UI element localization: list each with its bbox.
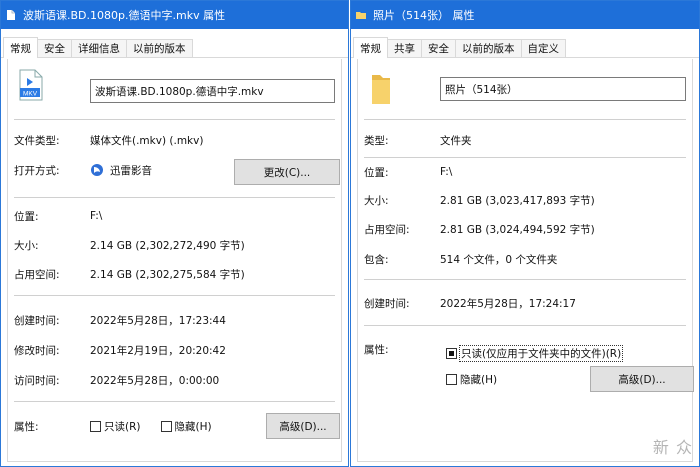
contains-label: 包含:	[364, 253, 389, 266]
created-label: 创建时间:	[364, 297, 410, 310]
checkbox-box[interactable]	[446, 373, 457, 385]
location-value: F:\	[440, 166, 453, 178]
created-value: 2022年5月28日，17:23:44	[90, 314, 226, 327]
open-with-label: 打开方式:	[14, 164, 60, 177]
type-label: 文件类型:	[14, 134, 60, 147]
hidden-checkbox[interactable]: 隐藏(H)	[446, 372, 497, 387]
title-bar[interactable]: 波斯语课.BD.1080p.德语中字.mkv 属性	[1, 1, 348, 29]
title-bar[interactable]: 照片（514张） 属性	[351, 1, 699, 29]
general-panel: MKV 波斯语课.BD.1080p.德语中字.mkv 文件类型: 媒体文件(.m…	[7, 59, 342, 462]
modified-label: 修改时间:	[14, 344, 60, 357]
size-label: 大小:	[14, 239, 39, 252]
created-label: 创建时间:	[14, 314, 60, 327]
open-with-value: 迅雷影音	[110, 164, 152, 177]
file-icon	[7, 10, 15, 20]
tab-security[interactable]: 安全	[37, 39, 72, 57]
folder-name-text: 照片（514张）	[445, 83, 518, 96]
modified-row: 修改时间: 2021年2月19日，20:20:42	[14, 341, 335, 359]
folder-name-field[interactable]: 照片（514张）	[440, 77, 686, 101]
folder-properties-window: 照片（514张） 属性 常规 共享 安全 以前的版本 自定义 照片（514张） …	[350, 0, 700, 467]
advanced-button[interactable]: 高级(D)...	[590, 366, 694, 392]
readonly-label: 只读(R)	[104, 420, 141, 433]
divider	[364, 119, 686, 120]
contains-row: 包含: 514 个文件，0 个文件夹	[364, 250, 686, 268]
file-properties-window: 波斯语课.BD.1080p.德语中字.mkv 属性 常规 安全 详细信息 以前的…	[0, 0, 349, 467]
type-value: 媒体文件(.mkv) (.mkv)	[90, 134, 204, 147]
readonly-label: 只读(仅应用于文件夹中的文件)(R)	[458, 344, 624, 362]
size-label: 大小:	[364, 194, 389, 207]
tab-security[interactable]: 安全	[421, 39, 456, 57]
window-title: 波斯语课.BD.1080p.德语中字.mkv 属性	[23, 9, 226, 22]
contains-value: 514 个文件，0 个文件夹	[440, 253, 558, 266]
folder-icon	[356, 12, 366, 19]
attributes-label: 属性:	[14, 420, 39, 433]
location-label: 位置:	[14, 210, 39, 223]
hidden-label: 隐藏(H)	[460, 373, 498, 386]
disk-size-label: 占用空间:	[364, 223, 410, 236]
checkbox-box[interactable]	[90, 420, 101, 432]
tab-details[interactable]: 详细信息	[71, 39, 127, 57]
readonly-row: 只读(仅应用于文件夹中的文件)(R)	[446, 344, 686, 362]
location-row: 位置: F:\	[364, 163, 686, 181]
location-value: F:\	[90, 210, 103, 222]
general-panel: 照片（514张） 类型: 文件夹 位置: F:\ 大小: 2.81 GB (3,…	[357, 59, 694, 462]
xunlei-player-icon	[91, 164, 103, 176]
divider	[14, 119, 335, 120]
disk-size-label: 占用空间:	[14, 268, 60, 281]
location-label: 位置:	[364, 166, 389, 179]
change-button[interactable]: 更改(C)...	[234, 159, 340, 185]
type-value: 文件夹	[440, 134, 472, 147]
type-row: 类型: 文件夹	[364, 131, 686, 149]
created-value: 2022年5月28日，17:24:17	[440, 297, 576, 310]
tab-bar: 常规 安全 详细信息 以前的版本	[1, 37, 348, 58]
tab-bar: 常规 共享 安全 以前的版本 自定义	[351, 37, 699, 58]
size-row: 大小: 2.81 GB (3,023,417,893 字节)	[364, 191, 686, 209]
tab-general[interactable]: 常规	[3, 37, 38, 58]
svg-text:MKV: MKV	[23, 91, 38, 98]
folder-icon	[372, 75, 390, 104]
disk-size-row: 占用空间: 2.81 GB (3,024,494,592 字节)	[364, 220, 686, 238]
modified-value: 2021年2月19日，20:20:42	[90, 344, 226, 357]
disk-size-row: 占用空间: 2.14 GB (2,302,275,584 字节)	[14, 265, 335, 283]
accessed-label: 访问时间:	[14, 374, 60, 387]
divider	[364, 157, 686, 158]
disk-size-value: 2.81 GB (3,024,494,592 字节)	[440, 223, 595, 236]
divider	[14, 295, 335, 296]
accessed-row: 访问时间: 2022年5月28日，0:00:00	[14, 371, 335, 389]
advanced-button[interactable]: 高级(D)...	[266, 413, 340, 439]
created-row: 创建时间: 2022年5月28日，17:24:17	[364, 294, 686, 312]
hidden-label: 隐藏(H)	[174, 420, 212, 433]
type-label: 类型:	[364, 134, 389, 147]
hidden-checkbox[interactable]: 隐藏(H)	[160, 419, 212, 434]
attributes-label: 属性:	[364, 343, 389, 356]
window-title: 照片（514张） 属性	[373, 9, 475, 22]
size-value: 2.14 GB (2,302,272,490 字节)	[90, 239, 245, 252]
tab-sharing[interactable]: 共享	[387, 39, 422, 57]
checkbox-box[interactable]	[160, 420, 172, 432]
divider	[364, 279, 686, 280]
tab-previous-versions[interactable]: 以前的版本	[455, 39, 522, 57]
readonly-checkbox[interactable]: 只读(仅应用于文件夹中的文件)(R)	[446, 344, 624, 362]
readonly-checkbox[interactable]: 只读(R)	[90, 419, 141, 434]
created-row: 创建时间: 2022年5月28日，17:23:44	[14, 311, 335, 329]
type-row: 文件类型: 媒体文件(.mkv) (.mkv)	[14, 131, 335, 149]
size-value: 2.81 GB (3,023,417,893 字节)	[440, 194, 595, 207]
file-name-field[interactable]: 波斯语课.BD.1080p.德语中字.mkv	[90, 79, 335, 103]
watermark: 新 众	[652, 438, 693, 457]
file-name-text: 波斯语课.BD.1080p.德语中字.mkv	[95, 85, 264, 98]
divider	[14, 401, 335, 402]
size-row: 大小: 2.14 GB (2,302,272,490 字节)	[14, 236, 335, 254]
accessed-value: 2022年5月28日，0:00:00	[90, 374, 220, 387]
mkv-file-icon: MKV	[19, 69, 43, 101]
checkbox-box-indeterminate[interactable]	[446, 347, 457, 359]
divider	[364, 325, 686, 326]
divider	[14, 197, 335, 198]
tab-general[interactable]: 常规	[353, 37, 388, 58]
tab-previous-versions[interactable]: 以前的版本	[126, 39, 193, 57]
tab-customize[interactable]: 自定义	[520, 39, 566, 57]
disk-size-value: 2.14 GB (2,302,275,584 字节)	[90, 268, 245, 281]
location-row: 位置: F:\	[14, 207, 335, 225]
